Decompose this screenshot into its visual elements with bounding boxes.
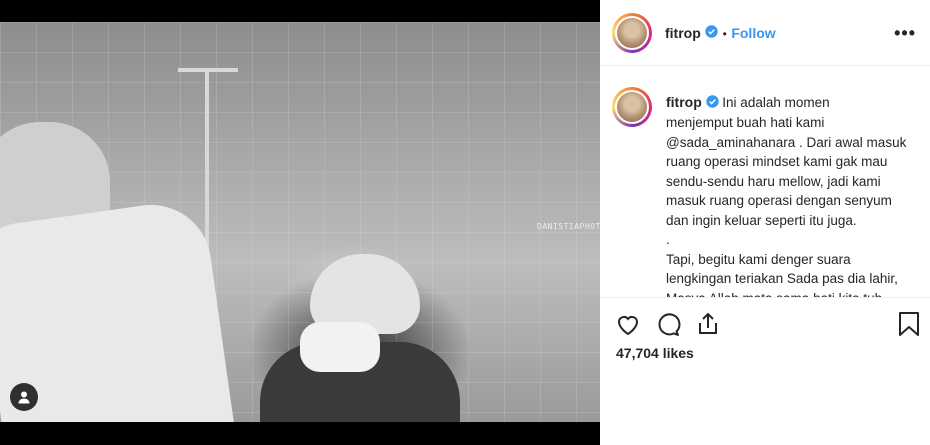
header-username[interactable]: fitrop bbox=[665, 25, 701, 41]
caption-line: fitrop Ini adalah momen bbox=[666, 93, 916, 113]
share-button[interactable] bbox=[694, 310, 722, 338]
bookmark-icon bbox=[899, 312, 919, 336]
post-header: fitrop • Follow ••• bbox=[600, 0, 930, 66]
header-avatar[interactable] bbox=[612, 13, 652, 53]
avatar-image bbox=[615, 16, 649, 50]
verified-badge-icon bbox=[705, 94, 719, 114]
caption-text: fitrop Ini adalah momen menjemput buah h… bbox=[666, 93, 916, 297]
caption-line: masuk ruang operasi dengan senyum bbox=[666, 193, 892, 209]
heart-icon bbox=[617, 316, 639, 336]
share-icon bbox=[699, 312, 717, 334]
caption-username[interactable]: fitrop bbox=[666, 94, 702, 110]
caption-line: Tapi, begitu kami denger suara bbox=[666, 251, 851, 267]
caption-avatar[interactable] bbox=[612, 87, 652, 127]
post-side-panel: fitrop • Follow ••• fitrop Ini adalah mo… bbox=[600, 0, 930, 445]
caption-line: dan ingin keluar seperti itu juga. bbox=[666, 212, 857, 228]
caption-line: lengkingan teriakan Sada pas dia lahir, bbox=[666, 271, 898, 287]
caption-line: @sada_aminahanara . Dari awal masuk bbox=[666, 134, 907, 150]
caption-area: fitrop Ini adalah momen menjemput buah h… bbox=[600, 67, 930, 297]
caption-line: . bbox=[666, 232, 670, 248]
photo-watermark: DANISTIAPHOTO bbox=[537, 222, 600, 231]
photo-pane: DANISTIAPHOTO bbox=[0, 0, 600, 445]
post-actions: 47,704 likes bbox=[600, 297, 930, 443]
photo-surgical-mask bbox=[300, 322, 380, 372]
comment-icon bbox=[658, 313, 681, 336]
save-button[interactable] bbox=[895, 310, 923, 338]
caption-line: ruang operasi mindset kami gak mau bbox=[666, 154, 888, 170]
more-options-icon[interactable]: ••• bbox=[894, 23, 916, 44]
avatar-image bbox=[615, 90, 649, 124]
caption-line: menjemput buah hati kami bbox=[666, 115, 825, 131]
post-photo[interactable]: DANISTIAPHOTO bbox=[0, 22, 600, 422]
caption-line: sendu-sendu haru mellow, jadi kami bbox=[666, 173, 881, 189]
comment-button[interactable] bbox=[654, 310, 682, 338]
like-button[interactable] bbox=[614, 310, 642, 338]
user-tag-icon bbox=[18, 391, 30, 404]
verified-badge-icon bbox=[705, 25, 718, 43]
tag-users-button[interactable] bbox=[10, 383, 38, 411]
caption-line-text: Ini adalah momen bbox=[722, 95, 830, 110]
header-user-row: fitrop • Follow bbox=[665, 25, 776, 43]
like-count[interactable]: 47,704 likes bbox=[616, 345, 694, 361]
follow-button[interactable]: Follow bbox=[731, 25, 775, 41]
caption-line: Masya Allah mata sama hati kita tuh bbox=[666, 289, 916, 297]
header-separator: • bbox=[722, 27, 727, 42]
